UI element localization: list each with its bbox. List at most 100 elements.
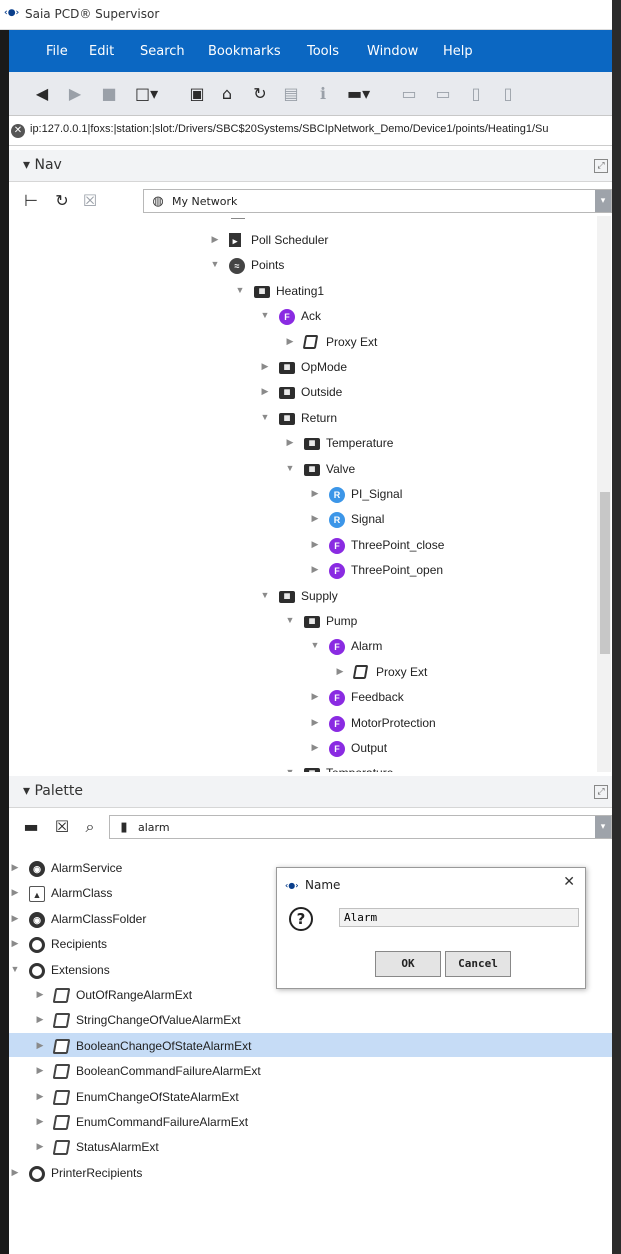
save-icon[interactable]: ▭ <box>399 84 419 104</box>
close-nav-icon[interactable]: ☒ <box>80 191 100 211</box>
refresh-nav-icon[interactable]: ↻ <box>52 191 72 211</box>
menu-tools[interactable]: Tools <box>307 44 339 59</box>
nav-tree-item[interactable]: ▼ ▦ Pump <box>284 610 597 634</box>
nav-tree-item[interactable]: ▶ F Output <box>309 737 597 761</box>
home-icon[interactable]: ⌂ <box>217 84 237 104</box>
expand-arrow-icon[interactable]: ▶ <box>284 336 296 347</box>
menu-file[interactable]: File <box>46 44 68 59</box>
close-path-icon[interactable]: ✕ <box>11 124 25 138</box>
menu-bookmarks[interactable]: Bookmarks <box>208 44 281 59</box>
nav-scrollbar-thumb[interactable] <box>600 492 610 654</box>
menu-window[interactable]: Window <box>367 44 418 59</box>
nav-tree-item[interactable]: ▶ ▸ Poll Scheduler <box>209 229 589 253</box>
menu-help[interactable]: Help <box>443 44 473 59</box>
dialog-close-icon[interactable]: ✕ <box>563 874 575 890</box>
close-palette-icon[interactable]: ☒ <box>52 817 72 837</box>
palette-tree-item[interactable]: ▶ EnumCommandFailureAlarmExt <box>34 1111 414 1135</box>
nav-tree-item[interactable]: ▶ Proxy Ext <box>334 661 597 685</box>
menu-edit[interactable]: Edit <box>89 44 114 59</box>
collapse-arrow-icon[interactable]: ▼ <box>309 640 321 650</box>
collapse-arrow-icon[interactable]: ▼ <box>284 463 296 473</box>
expand-arrow-icon[interactable]: ▶ <box>309 742 321 753</box>
expand-arrow-icon[interactable]: ▶ <box>209 234 221 245</box>
ok-button[interactable]: OK <box>375 951 441 977</box>
palette-tree-item[interactable]: ▶ BooleanChangeOfStateAlarmExt <box>34 1035 414 1059</box>
expand-arrow-icon[interactable]: ▶ <box>309 691 321 702</box>
nav-tree-item[interactable]: ▶ Proxy Ext <box>284 331 597 355</box>
nav-tree-item[interactable]: ▶ F MotorProtection <box>309 712 597 736</box>
folder-icon[interactable]: ▣ <box>187 84 207 104</box>
expand-arrow-icon[interactable]: ▶ <box>34 989 46 1000</box>
expand-arrow-icon[interactable]: ▶ <box>259 386 271 397</box>
palette-tree-item[interactable]: ▶ StatusAlarmExt <box>34 1136 414 1160</box>
palette-tree-item[interactable]: ▶ EnumChangeOfStateAlarmExt <box>34 1086 414 1110</box>
cancel-button[interactable]: Cancel <box>445 951 511 977</box>
expand-arrow-icon[interactable]: ▶ <box>309 513 321 524</box>
expand-arrow-icon[interactable]: ▶ <box>284 437 296 448</box>
nav-tree-item[interactable]: ▶ F Feedback <box>309 686 597 710</box>
hyperlink-icon[interactable]: ▤ <box>281 84 301 104</box>
expand-arrow-icon[interactable]: ▶ <box>9 887 21 898</box>
open-folder-icon[interactable]: ▬▾ <box>347 84 370 104</box>
collapse-arrow-icon[interactable]: ▼ <box>284 615 296 625</box>
maximize-icon[interactable]: ⤢ <box>594 159 608 173</box>
expand-arrow-icon[interactable]: ▶ <box>9 862 21 873</box>
expand-arrow-icon[interactable]: ▶ <box>9 1167 21 1178</box>
palette-tree-item[interactable]: ▶ StringChangeOfValueAlarmExt <box>34 1009 414 1033</box>
palette-module-dropdown[interactable]: ▮ alarm ▾ <box>109 815 612 839</box>
collapse-arrow-icon[interactable]: ▼ <box>234 285 246 295</box>
expand-arrow-icon[interactable]: ▶ <box>309 564 321 575</box>
expand-arrow-icon[interactable]: ▶ <box>309 488 321 499</box>
print-icon[interactable]: ▯ <box>498 84 518 104</box>
back-icon[interactable]: ◀ <box>32 84 52 104</box>
export-icon[interactable]: ▯ <box>466 84 486 104</box>
nav-tree-item[interactable]: ▼ F Ack <box>259 305 597 329</box>
expand-arrow-icon[interactable]: ▶ <box>34 1040 46 1051</box>
expand-arrow-icon[interactable]: ▶ <box>334 666 346 677</box>
find-palette-icon[interactable]: ⌕ <box>80 817 100 837</box>
collapse-arrow-icon[interactable]: ▼ <box>259 412 271 422</box>
open-palette-icon[interactable]: ▬ <box>21 817 41 837</box>
expand-arrow-icon[interactable]: ▶ <box>309 717 321 728</box>
expand-arrow-icon[interactable]: ▶ <box>34 1065 46 1076</box>
collapse-arrow-icon[interactable]: ▼ <box>259 310 271 320</box>
nav-tree-item[interactable]: ▼ ▦ Valve <box>284 458 597 482</box>
expand-arrow-icon[interactable]: ▶ <box>34 1091 46 1102</box>
nav-tree-item[interactable]: ▶ R Signal <box>309 508 597 532</box>
nav-tree-item[interactable]: ▶ F ThreePoint_open <box>309 559 597 583</box>
palette-chevron-down-icon[interactable]: ▾ <box>595 816 611 838</box>
collapse-arrow-icon[interactable]: ▼ <box>9 964 21 974</box>
nav-tree-item[interactable]: ▼ ▦ Supply <box>259 585 597 609</box>
expand-arrow-icon[interactable]: ▶ <box>9 913 21 924</box>
palette-maximize-icon[interactable]: ⤢ <box>594 785 608 799</box>
nav-tree-item[interactable]: ▶ R PI_Signal <box>309 483 597 507</box>
expand-arrow-icon[interactable]: ▶ <box>9 938 21 949</box>
nav-tree-item[interactable]: ▼ ≈ Points <box>209 254 589 278</box>
palette-title[interactable]: ▾ Palette <box>23 783 83 799</box>
expand-arrow-icon[interactable]: ▶ <box>34 1014 46 1025</box>
collapse-arrow-icon[interactable]: ▼ <box>209 259 221 269</box>
collapse-arrow-icon[interactable]: ▼ <box>284 767 296 772</box>
name-input[interactable] <box>339 908 579 927</box>
collapse-arrow-icon[interactable]: ▼ <box>259 590 271 600</box>
menu-search[interactable]: Search <box>140 44 185 59</box>
nav-tree-item[interactable]: ▼ F Alarm <box>309 635 597 659</box>
info-icon[interactable]: ℹ <box>313 84 333 104</box>
nav-tree-item[interactable]: ▼ ▦ Heating1 <box>234 280 597 304</box>
nav-tree-item[interactable]: ▼ ▦ Temperature <box>284 762 597 772</box>
palette-tree-item[interactable]: ▶ PrinterRecipients <box>9 1162 389 1186</box>
nav-tree-item[interactable]: ▼ ▦ Return <box>259 407 597 431</box>
chevron-down-icon[interactable]: ▾ <box>595 190 611 212</box>
expand-arrow-icon[interactable]: ▶ <box>259 361 271 372</box>
nav-tree-item[interactable]: ▶ F ThreePoint_close <box>309 534 597 558</box>
network-dropdown[interactable]: ◍ My Network ▾ <box>143 189 612 213</box>
expand-arrow-icon[interactable]: ▶ <box>34 1141 46 1152</box>
new-tab-icon[interactable]: □▾ <box>135 84 158 104</box>
sync-icon[interactable]: ⊢ <box>21 191 41 211</box>
save-all-icon[interactable]: ▭ <box>433 84 453 104</box>
ord-path[interactable]: ip:127.0.0.1|foxs:|station:|slot:/Driver… <box>30 123 612 135</box>
nav-tree-item[interactable]: ▶ ▦ OpMode <box>259 356 597 380</box>
palette-tree-item[interactable]: ▶ BooleanCommandFailureAlarmExt <box>34 1060 414 1084</box>
refresh-icon[interactable]: ↻ <box>250 84 270 104</box>
up-level-icon[interactable]: ■ <box>99 84 119 104</box>
